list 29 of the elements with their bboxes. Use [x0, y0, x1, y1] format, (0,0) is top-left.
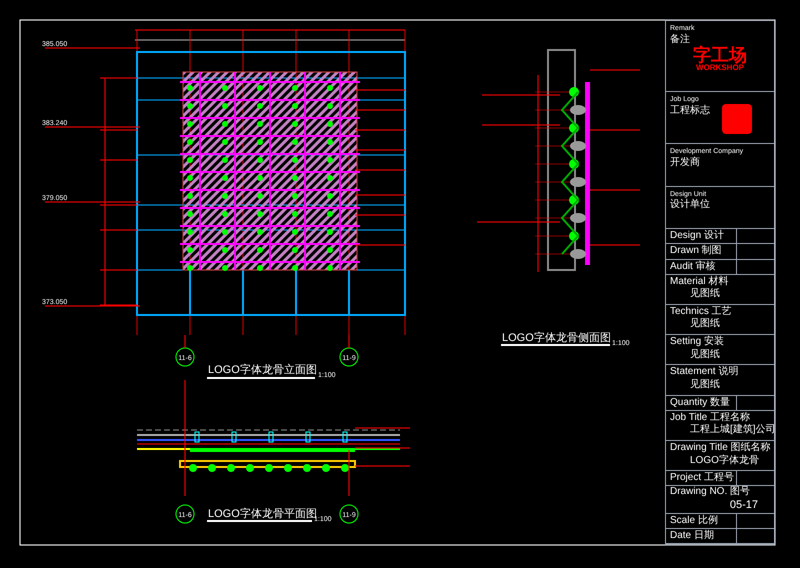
field-label: Setting 安装 [670, 336, 725, 349]
field-value: LOGO字体龙骨 [689, 454, 760, 468]
field-label: Drawing NO. 图号 [670, 486, 752, 499]
field-label: Date 日期 [666, 528, 738, 543]
field-label: Drawing Title 图纸名称 [670, 442, 770, 454]
logo-subtext: WORKSHOP [696, 64, 744, 72]
field-label: 工程标志 [670, 104, 710, 118]
logo-text: 字工场 [693, 46, 747, 64]
seal-stamp-icon [722, 104, 752, 134]
field-value: 见图纸 [689, 378, 721, 392]
drawing-title: LOGO字体龙骨侧面图 [502, 332, 611, 344]
field-label: Quantity 数量 [666, 396, 738, 410]
field-value: 见图纸 [689, 288, 721, 301]
field-label: Design 设计 [666, 229, 738, 244]
field-value: 开发商 [670, 156, 701, 170]
field-value: 见图纸 [689, 348, 721, 362]
field-label: 备注 [670, 34, 691, 46]
field-value: 设计单位 [670, 199, 711, 212]
field-label: Material 材料 [670, 276, 730, 288]
field-label: Technics 工艺 [670, 306, 733, 318]
field-label: Job Title 工程名称 [670, 412, 752, 424]
field-label: Project 工程号 [666, 471, 738, 486]
field-label: Audit 审核 [666, 260, 738, 274]
field-label: Scale 比例 [666, 514, 738, 528]
drawing-number: 05-17 [730, 498, 759, 513]
field-label: Statement 说明 [670, 366, 740, 379]
field-value: 见图纸 [689, 318, 721, 331]
drawing-title: LOGO字体龙骨立面图 [208, 364, 317, 376]
field-label: Drawn 制图 [666, 244, 738, 259]
